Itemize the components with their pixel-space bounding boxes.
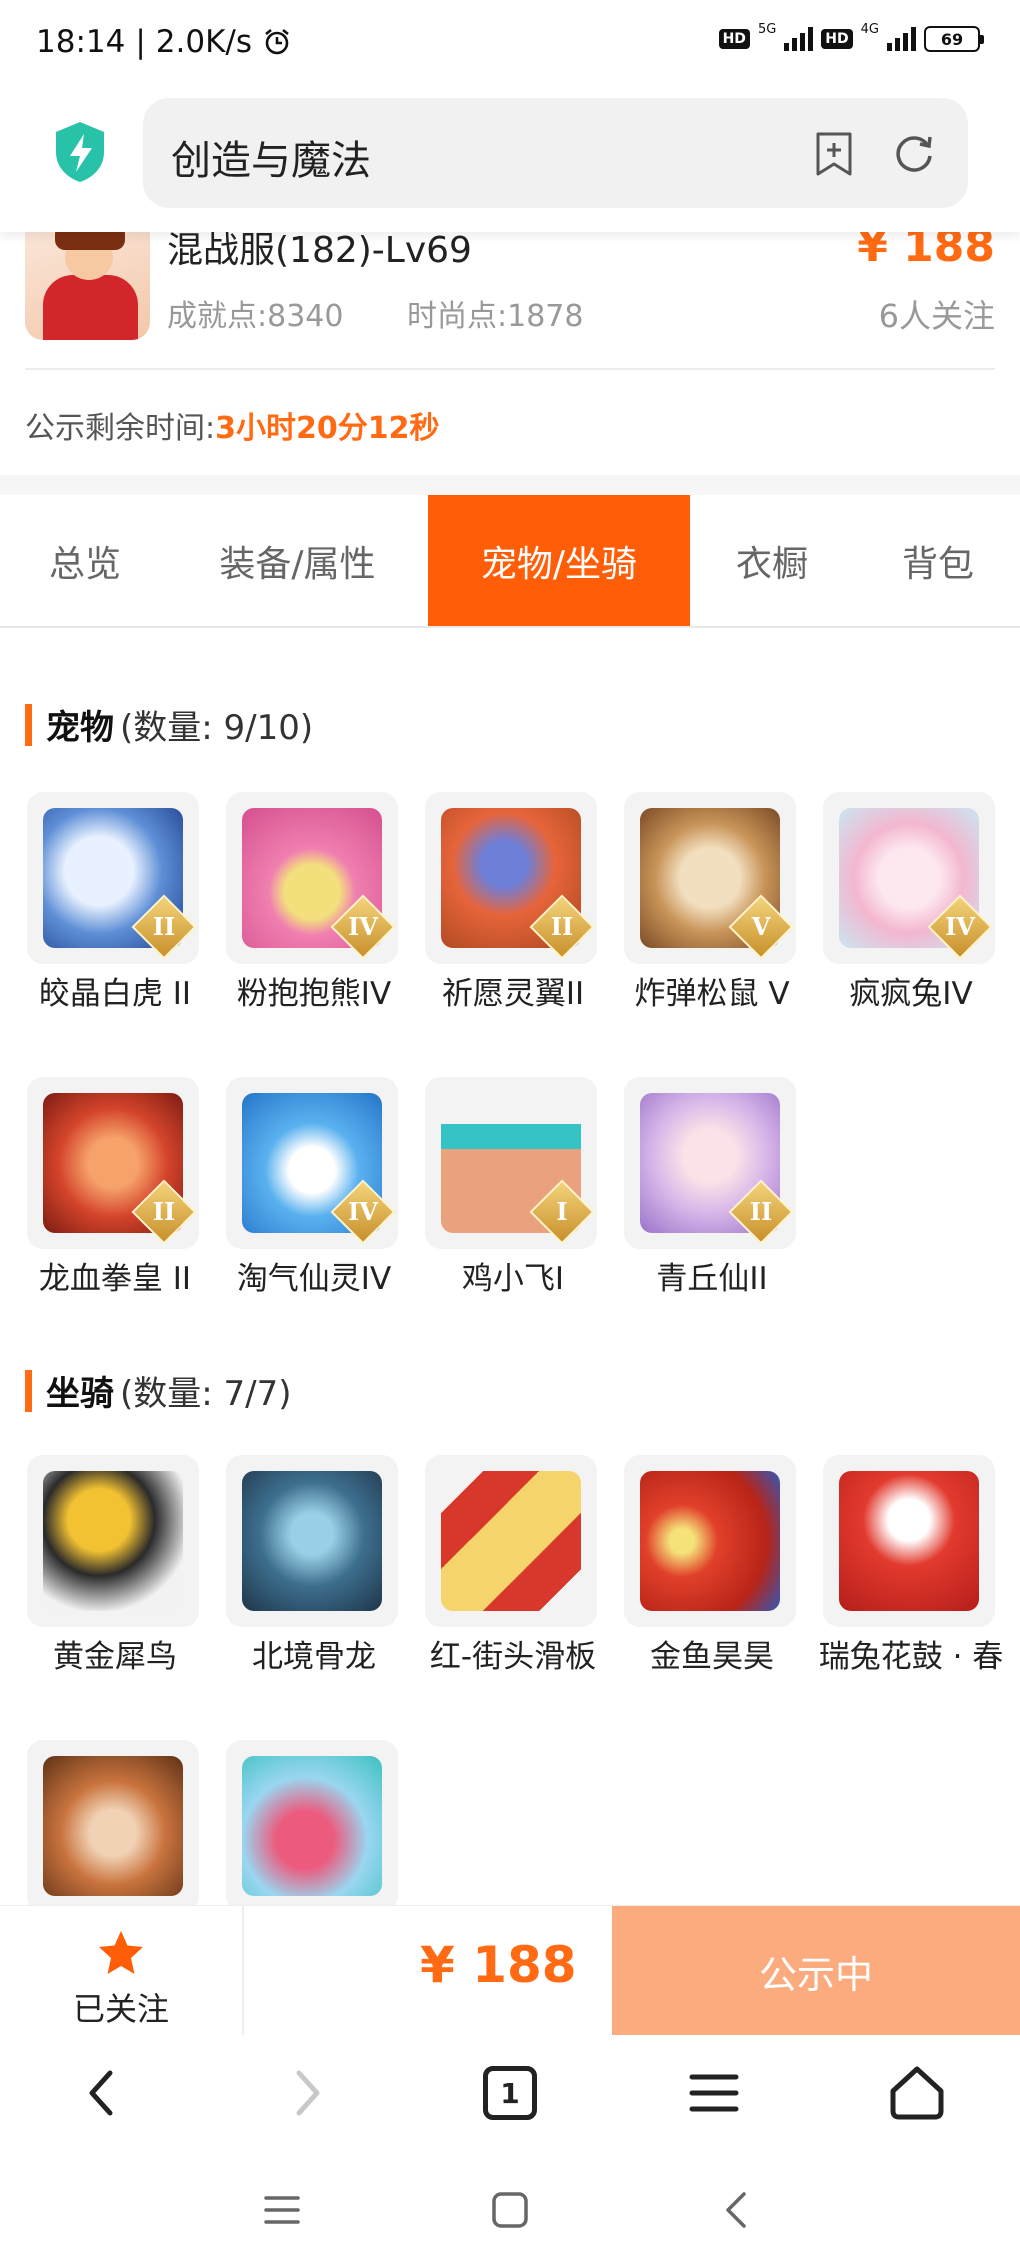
bottom-price: ¥ 188 bbox=[420, 1936, 577, 1994]
pet-name: 淘气仙灵IV bbox=[236, 1261, 392, 1297]
address-field[interactable]: 创造与魔法 bbox=[143, 98, 968, 208]
network-speed: 2.0K/s bbox=[155, 24, 253, 60]
pet-name: 炸弹松鼠 V bbox=[634, 976, 790, 1012]
status-bar: 18:14 | 2.0K/s HD 5G HD 4G 69 bbox=[0, 0, 1020, 92]
divider bbox=[242, 1906, 244, 2036]
timer-value: 3小时20分12秒 bbox=[215, 411, 440, 446]
timer-label: 公示剩余时间: bbox=[25, 411, 216, 446]
mount-name: 红-街头滑板 bbox=[429, 1639, 597, 1675]
follow-label: 已关注 bbox=[72, 1990, 169, 2028]
add-bookmark-icon[interactable] bbox=[810, 130, 858, 178]
tabs-button[interactable]: 1 bbox=[478, 2061, 542, 2125]
pet-name: 鸡小飞I bbox=[461, 1261, 565, 1297]
tab-pets-mounts[interactable]: 宠物/坐骑 bbox=[428, 495, 690, 626]
tab-count: 1 bbox=[483, 2066, 537, 2120]
recent-apps-icon[interactable] bbox=[260, 2188, 304, 2232]
pets-section-header: 宠物 (数量: 9/10) bbox=[25, 700, 313, 749]
back-system-icon[interactable] bbox=[716, 2188, 760, 2232]
tab-overview[interactable]: 总览 bbox=[10, 495, 160, 626]
mounts-section-header: 坐骑 (数量: 7/7) bbox=[25, 1366, 292, 1415]
reload-icon[interactable] bbox=[890, 130, 938, 178]
mount-name: 金鱼昊昊 bbox=[650, 1639, 774, 1675]
signal-icon bbox=[784, 27, 814, 51]
signal-icon-2 bbox=[887, 27, 916, 51]
menu-icon[interactable] bbox=[682, 2061, 746, 2125]
fashion-points: 时尚点:1878 bbox=[407, 299, 584, 334]
bottom-action-bar: 已关注 ¥ 188 公示中 bbox=[0, 1905, 1020, 2036]
section-gap bbox=[0, 475, 1020, 495]
publicity-timer: 公示剩余时间:3小时20分12秒 bbox=[25, 403, 439, 447]
tab-backpack[interactable]: 背包 bbox=[868, 495, 1008, 626]
section-title: 宠物 bbox=[46, 708, 114, 748]
browser-nav-bar: 1 bbox=[0, 2035, 1020, 2150]
tab-bar: 总览 装备/属性 宠物/坐骑 衣橱 背包 bbox=[0, 495, 1020, 628]
mount-name: 瑞兔花鼓 · 春 bbox=[818, 1639, 1004, 1675]
tab-equipment[interactable]: 装备/属性 bbox=[190, 495, 405, 626]
clock: 18:14 bbox=[36, 24, 126, 60]
pet-name: 疯疯兔IV bbox=[849, 976, 973, 1012]
back-icon[interactable] bbox=[70, 2061, 134, 2125]
publicity-status-button[interactable]: 公示中 bbox=[612, 1906, 1020, 2036]
pet-name: 龙血拳皇 II bbox=[38, 1261, 192, 1297]
hd-icon: HD bbox=[718, 29, 750, 49]
mount-name: 黄金犀鸟 bbox=[53, 1639, 177, 1675]
divider bbox=[25, 368, 995, 370]
browser-url-bar: 创造与魔法 bbox=[0, 92, 1020, 232]
home-system-icon[interactable] bbox=[488, 2188, 532, 2232]
alarm-icon bbox=[265, 28, 289, 55]
achievement-points: 成就点:8340 bbox=[167, 299, 344, 334]
net-5g: 5G bbox=[757, 21, 777, 37]
home-icon[interactable] bbox=[885, 2061, 949, 2125]
tab-wardrobe[interactable]: 衣橱 bbox=[702, 495, 842, 626]
system-nav-bar bbox=[0, 2150, 1020, 2267]
section-count: (数量: 9/10) bbox=[120, 708, 314, 748]
follow-button[interactable]: 已关注 bbox=[0, 1906, 242, 2036]
section-title: 坐骑 bbox=[46, 1374, 114, 1414]
account-card: 混战服(182)-Lv69 ¥ 188 成就点:8340 时尚点:1878 6人… bbox=[0, 215, 1020, 475]
pet-name: 皎晶白虎 II bbox=[38, 976, 192, 1012]
star-icon bbox=[99, 1931, 143, 1974]
shield-icon[interactable] bbox=[52, 120, 108, 184]
pet-name: 粉抱抱熊IV bbox=[236, 976, 392, 1012]
forward-icon[interactable] bbox=[275, 2061, 339, 2125]
net-4g: 4G bbox=[860, 21, 879, 37]
mount-name: 北境骨龙 bbox=[252, 1639, 376, 1675]
character-avatar bbox=[25, 215, 150, 340]
watcher-count: 6人关注 bbox=[878, 297, 995, 335]
status-left: 18:14 | 2.0K/s bbox=[36, 24, 292, 60]
battery-icon: 69 bbox=[924, 26, 984, 52]
pet-name: 祈愿灵翼II bbox=[441, 976, 585, 1012]
pet-name: 青丘仙II bbox=[656, 1261, 768, 1297]
hd-icon-2: HD bbox=[821, 29, 853, 49]
section-count: (数量: 7/7) bbox=[120, 1374, 292, 1414]
url-text: 创造与魔法 bbox=[171, 138, 371, 184]
status-right: HD 5G HD 4G 69 bbox=[718, 22, 984, 52]
